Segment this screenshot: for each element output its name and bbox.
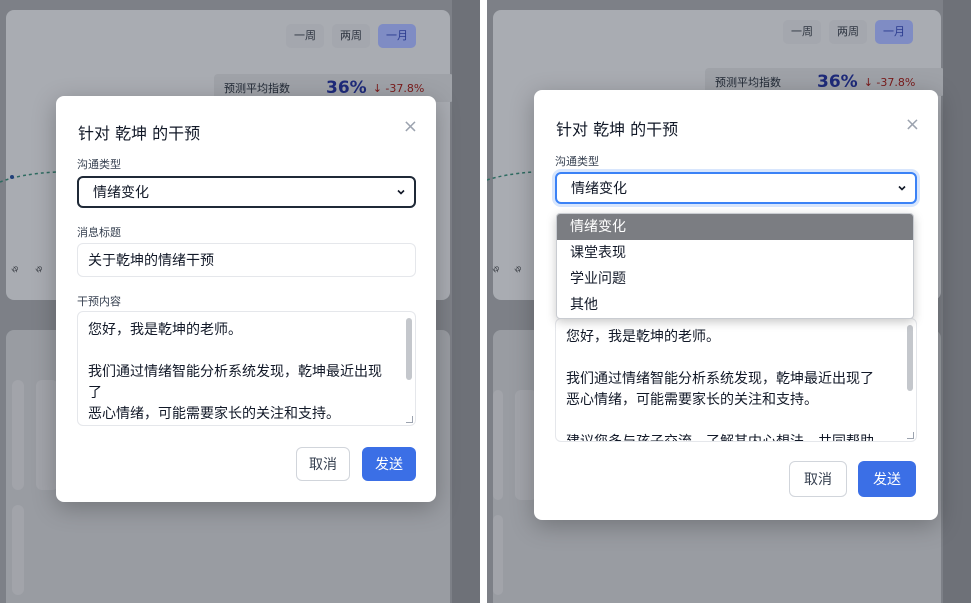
stat-label: 预测平均指数	[715, 76, 781, 89]
intervention-modal: 针对 乾坤 的干预 × 沟通类型 情绪变化 消息标题 关于乾坤的情绪干预 干预内…	[56, 96, 436, 502]
range-two-weeks-button[interactable]: 两周	[829, 20, 867, 44]
intervention-modal: 针对 乾坤 的干预 × 沟通类型 情绪变化 您好，我是乾坤的老师。 我们通过情绪…	[534, 90, 938, 520]
comm-type-label: 沟通类型	[555, 155, 599, 168]
page-gutter	[452, 0, 480, 603]
content-line: 您好，我是乾坤的老师。	[566, 329, 720, 345]
content-line: 我们通过情绪智能分析系统发现，乾坤最近出现了	[566, 371, 874, 387]
range-month-button[interactable]: 一月	[875, 20, 913, 44]
stat-delta: ↓ -37.8%	[863, 75, 916, 89]
comm-type-value: 情绪变化	[93, 185, 149, 201]
range-week-button[interactable]: 一周	[783, 20, 821, 44]
content-line: 恶心情绪，可能需要家长的关注和支持。	[88, 406, 340, 422]
stat-delta: ↓ -37.8%	[372, 81, 425, 95]
textarea-scrollbar[interactable]	[907, 325, 913, 391]
dropdown-option[interactable]: 课堂表现	[557, 240, 913, 266]
comm-type-label: 沟通类型	[77, 158, 121, 171]
modal-title: 针对 乾坤 的干预	[556, 120, 679, 139]
send-button[interactable]: 发送	[858, 461, 916, 497]
cancel-button[interactable]: 取消	[789, 461, 847, 497]
comm-type-select[interactable]: 情绪变化	[555, 172, 917, 204]
stat-label: 预测平均指数	[224, 82, 290, 95]
cancel-button[interactable]: 取消	[296, 447, 350, 481]
bg-tile	[36, 380, 58, 490]
screenshot-right: 一周 两周 一月 预测平均指数 36% ↓ -37.8% ゅ ゅ 针对 乾坤 的…	[487, 0, 971, 603]
bg-tile	[12, 505, 24, 595]
subject-value: 关于乾坤的情绪干预	[88, 253, 214, 269]
stat-value: 36%	[817, 72, 858, 92]
content-line: 我们通过情绪智能分析系统发现，乾坤最近出现了	[88, 364, 382, 401]
panel-divider	[482, 0, 486, 603]
resize-handle-icon[interactable]	[406, 416, 413, 423]
stat-value: 36%	[326, 78, 367, 98]
bg-tile	[493, 515, 503, 595]
content-textarea[interactable]: 您好，我是乾坤的老师。 我们通过情绪智能分析系统发现，乾坤最近出现了 恶心情绪，…	[77, 311, 416, 426]
subject-label: 消息标题	[77, 226, 121, 239]
content-line: 建议您多与孩子交流，了解其内心想法，共同帮助	[566, 434, 874, 442]
screenshot-left: 一周 两周 一月 预测平均指数 36% ↓ -37.8% ゅ ゅ 针对 乾坤 的…	[0, 0, 480, 603]
bg-tile	[12, 380, 24, 490]
range-selector: 一周 两周 一月	[286, 24, 416, 48]
content-line: 恶心情绪，可能需要家长的关注和支持。	[566, 392, 818, 408]
dropdown-option[interactable]: 其他	[557, 292, 913, 318]
content-textarea[interactable]: 您好，我是乾坤的老师。 我们通过情绪智能分析系统发现，乾坤最近出现了 恶心情绪，…	[555, 318, 917, 442]
close-icon[interactable]: ×	[905, 116, 920, 134]
range-week-button[interactable]: 一周	[286, 24, 324, 48]
dropdown-option[interactable]: 学业问题	[557, 266, 913, 292]
bg-tile	[493, 390, 503, 500]
resize-handle-icon[interactable]	[907, 432, 914, 439]
content-line: 您好，我是乾坤的老师。	[88, 322, 242, 338]
chevron-down-icon	[397, 189, 405, 195]
chevron-down-icon	[898, 185, 906, 191]
comm-type-value: 情绪变化	[571, 181, 627, 197]
content-label: 干预内容	[77, 295, 121, 308]
comm-type-select[interactable]: 情绪变化	[77, 176, 416, 208]
dropdown-option[interactable]: 情绪变化	[557, 214, 913, 240]
trend-line	[487, 171, 534, 181]
textarea-scrollbar[interactable]	[406, 318, 412, 380]
range-two-weeks-button[interactable]: 两周	[332, 24, 370, 48]
range-month-button[interactable]: 一月	[378, 24, 416, 48]
close-icon[interactable]: ×	[403, 118, 418, 136]
range-selector: 一周 两周 一月	[783, 20, 913, 44]
send-button[interactable]: 发送	[362, 447, 416, 481]
subject-input[interactable]: 关于乾坤的情绪干预	[77, 243, 416, 277]
modal-title: 针对 乾坤 的干预	[78, 124, 201, 143]
trend-line	[0, 171, 57, 183]
comm-type-dropdown: 情绪变化 课堂表现 学业问题 其他	[556, 213, 914, 319]
page-gutter	[943, 0, 971, 603]
